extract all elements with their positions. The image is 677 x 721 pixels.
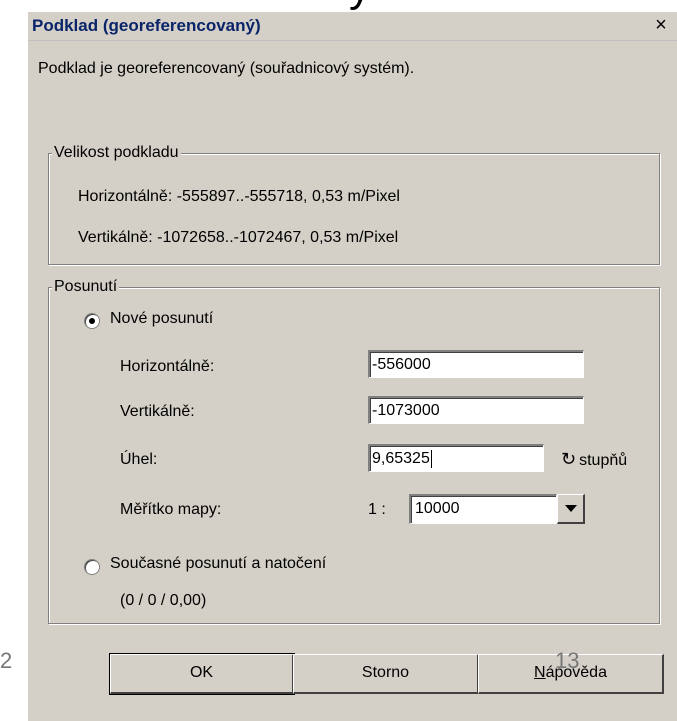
- radio-new-shift-label: Nové posunutí: [110, 310, 214, 327]
- angle-value: 9,65325: [372, 450, 430, 467]
- angle-label: Úhel:: [120, 451, 158, 468]
- angle-input[interactable]: 9,65325: [368, 444, 544, 472]
- dialog-titlebar[interactable]: Podklad (georeferencovaný) ×: [28, 12, 677, 41]
- angle-unit-label: stupňů: [579, 452, 628, 469]
- close-icon[interactable]: ×: [649, 15, 673, 36]
- help-mnemonic: N: [534, 664, 546, 681]
- radio-new-shift[interactable]: [84, 313, 100, 329]
- scale-label: Měřítko mapy:: [120, 501, 222, 518]
- vertical-label: Vertikálně:: [120, 403, 195, 420]
- slide-title-fragment: y: [300, 0, 420, 12]
- angle-unit-toggle[interactable]: ↻ stupňů: [561, 449, 627, 470]
- current-shift-values: (0 / 0 / 0,00): [120, 592, 207, 609]
- slide-page-number-left: 2: [0, 648, 13, 673]
- horizontal-label: Horizontálně:: [120, 358, 215, 375]
- georeference-dialog: Podklad (georeferencovaný) × Podklad je …: [28, 12, 677, 721]
- chevron-down-icon[interactable]: [557, 494, 585, 524]
- text-caret: [430, 449, 432, 468]
- shift-group-legend: Posunutí: [52, 278, 120, 296]
- size-group: [48, 153, 660, 265]
- size-vertical-text: Vertikálně: -1072658..-1072467, 0,53 m/P…: [78, 229, 399, 246]
- scale-value[interactable]: 10000: [409, 494, 557, 524]
- vertical-input[interactable]: -1073000: [368, 396, 584, 424]
- ok-button[interactable]: OK: [109, 653, 295, 695]
- rotate-icon: ↻: [561, 449, 577, 469]
- radio-current-shift[interactable]: [84, 559, 100, 575]
- horizontal-input[interactable]: -556000: [368, 350, 584, 378]
- radio-current-shift-label: Současné posunutí a natočení: [110, 555, 327, 572]
- slide-page-number-right: 13: [555, 648, 580, 673]
- scale-prefix: 1 :: [368, 501, 386, 518]
- dialog-title: Podklad (georeferencovaný): [32, 16, 261, 35]
- size-group-legend: Velikost podkladu: [52, 144, 181, 162]
- size-horizontal-text: Horizontálně: -555897..-555718, 0,53 m/P…: [78, 188, 400, 205]
- intro-text: Podklad je georeferencovaný (souřadnicov…: [38, 60, 415, 77]
- cancel-button[interactable]: Storno: [293, 654, 479, 694]
